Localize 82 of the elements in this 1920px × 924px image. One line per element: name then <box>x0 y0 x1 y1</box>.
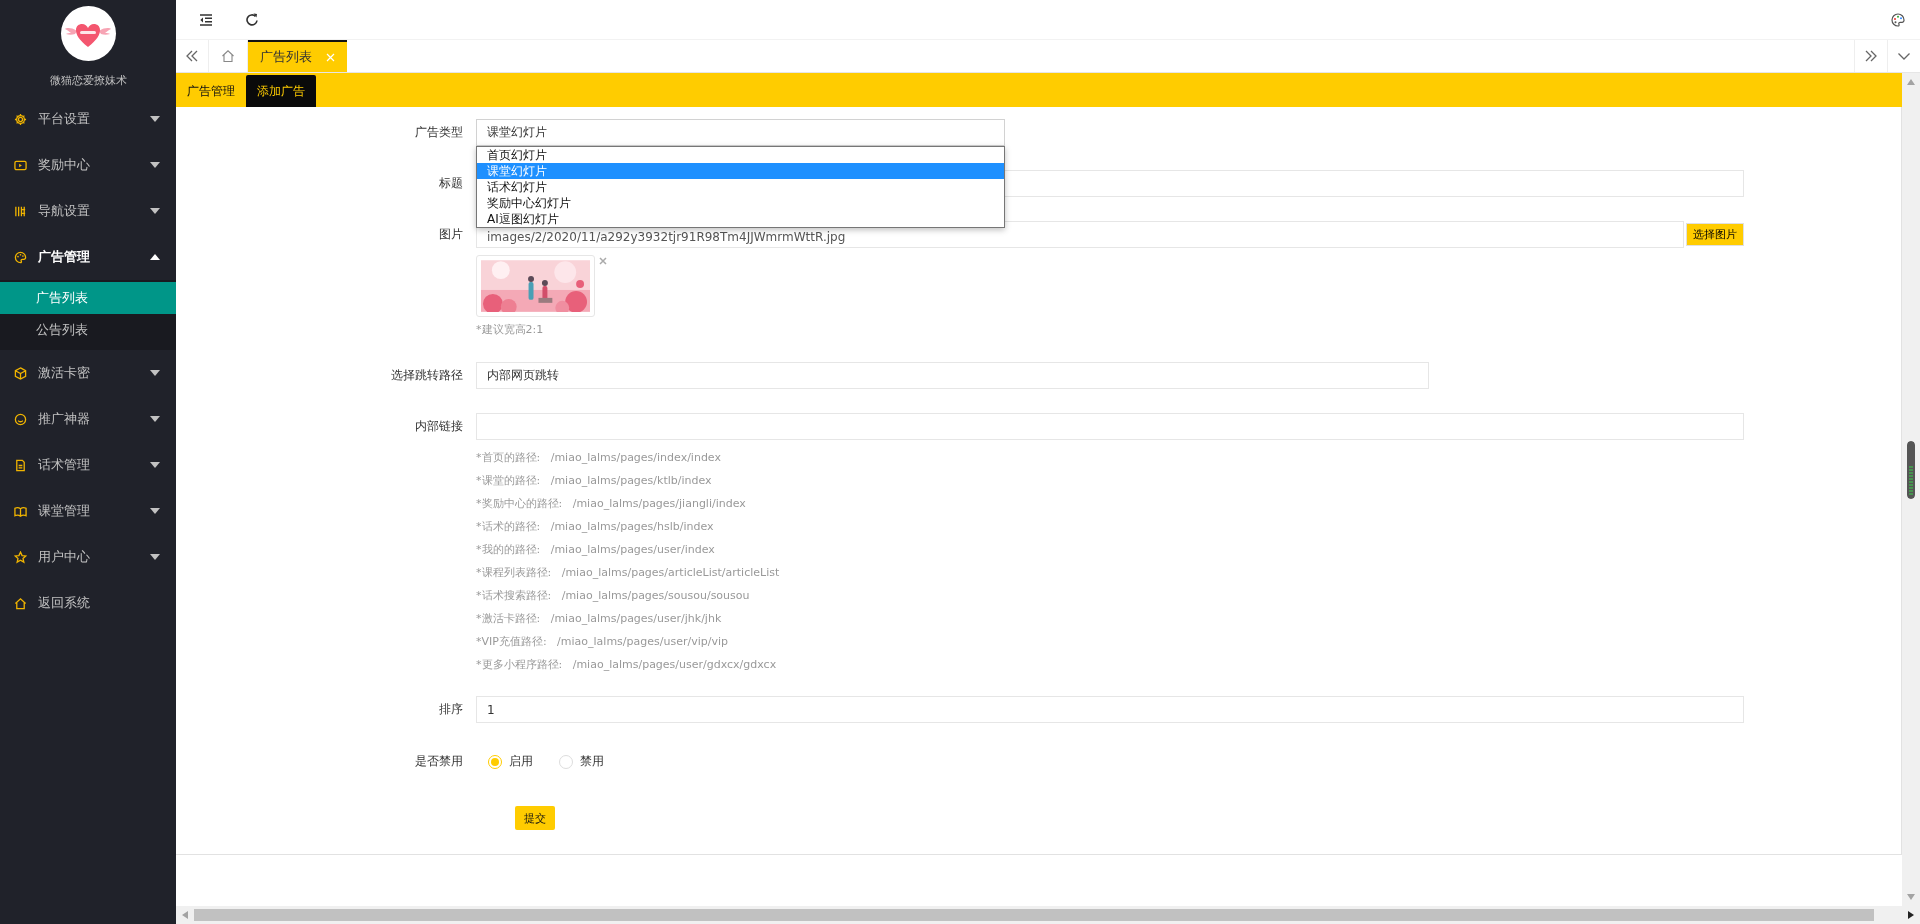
double-left-icon <box>185 49 199 63</box>
double-right-icon <box>1864 49 1878 63</box>
input-field[interactable]: 1 <box>476 696 1744 723</box>
hint-text: *建议宽高2:1 <box>476 322 545 338</box>
document-icon <box>14 458 27 472</box>
menu-item[interactable]: 话术管理 <box>0 442 176 488</box>
palette-icon <box>14 250 27 264</box>
radio-option[interactable]: 禁用 <box>559 753 604 770</box>
path-hint: *首页的路径: /miao_lalms/pages/index/index <box>476 450 722 466</box>
menu-item[interactable]: 用户中心 <box>0 534 176 580</box>
path-hint: *我的的路径: /miao_lalms/pages/user/index <box>476 542 716 558</box>
menu-item[interactable]: 激活卡密 <box>0 350 176 396</box>
caret-down-icon <box>150 416 160 422</box>
tab-label: 广告列表 <box>260 48 312 66</box>
scrollbar-thumb[interactable] <box>1907 441 1915 499</box>
caret-down-icon <box>150 462 160 468</box>
field-label: 选择跳转路径 <box>390 367 464 384</box>
menu-item[interactable]: 导航设置 <box>0 188 176 234</box>
field-label: 标题 <box>438 175 464 192</box>
submenu-item[interactable]: 公告列表 <box>0 314 176 346</box>
brand-name: 微猫恋爱撩妹术 <box>49 73 127 88</box>
path-hint: *VIP充值路径: /miao_lalms/pages/user/vip/vip <box>476 634 729 650</box>
refresh-icon[interactable] <box>244 11 260 28</box>
video-icon <box>14 158 27 172</box>
palette-icon[interactable] <box>1890 11 1906 28</box>
caret-down-icon <box>150 208 160 214</box>
vertical-scrollbar[interactable] <box>1902 73 1920 906</box>
home-icon <box>221 49 235 63</box>
input-field[interactable] <box>476 413 1744 440</box>
menu-item[interactable]: 返回系统 <box>0 580 176 626</box>
field-label: 是否禁用 <box>414 753 464 770</box>
cube-icon <box>14 366 27 380</box>
menu-item[interactable]: 推广神器 <box>0 396 176 442</box>
caret-up-icon <box>150 254 160 260</box>
scroll-down-icon[interactable] <box>1907 894 1915 900</box>
smiley-icon <box>14 412 27 426</box>
home-icon <box>14 596 27 610</box>
scroll-up-icon[interactable] <box>1907 79 1915 85</box>
field-label: 广告类型 <box>414 124 464 141</box>
path-hint: *更多小程序路径: /miao_lalms/pages/user/gdxcx/gdxcx <box>476 657 778 673</box>
dropdown-option[interactable]: 首页幻灯片 <box>477 147 1004 163</box>
gear-icon <box>14 112 27 126</box>
menu-item[interactable]: 平台设置 <box>0 96 176 142</box>
dropdown-option[interactable]: 奖励中心幻灯片 <box>477 195 1004 211</box>
scroll-right-icon[interactable] <box>1908 911 1914 919</box>
menu-item[interactable]: 课堂管理 <box>0 488 176 534</box>
star-icon <box>14 550 27 564</box>
section-tab[interactable]: 广告管理 <box>176 75 246 107</box>
columns-icon <box>14 204 27 218</box>
menu-item[interactable]: 广告管理 <box>0 234 176 280</box>
path-hint: *激活卡路径: /miao_lalms/pages/user/jhk/jhk <box>476 611 723 627</box>
path-hint: *课程列表路径: /miao_lalms/pages/articleList/articleList <box>476 565 781 581</box>
caret-down-icon <box>150 554 160 560</box>
choose-image-button[interactable]: 选择图片 <box>1686 223 1744 246</box>
path-hint: *话术的路径: /miao_lalms/pages/hslb/index <box>476 519 715 535</box>
field-label: 排序 <box>438 701 464 718</box>
radio-label: 禁用 <box>580 753 604 770</box>
book-icon <box>14 504 27 518</box>
menu-fold-icon[interactable] <box>198 11 214 28</box>
radio-label: 启用 <box>509 753 533 770</box>
submit-button[interactable]: 提交 <box>515 806 555 830</box>
page-tab[interactable]: 广告列表 <box>248 40 347 72</box>
scroll-left-icon[interactable] <box>182 911 188 919</box>
caret-down-icon <box>150 370 160 376</box>
caret-down-icon <box>150 162 160 168</box>
caret-down-icon <box>150 508 160 514</box>
field-label: 内部链接 <box>414 418 464 435</box>
field-label: 图片 <box>438 226 464 243</box>
select-field[interactable]: 课堂幻灯片 <box>476 119 1005 146</box>
horizontal-scrollbar[interactable] <box>176 906 1920 924</box>
radio-option[interactable]: 启用 <box>488 753 533 770</box>
select-field[interactable]: 内部网页跳转 <box>476 362 1429 389</box>
path-hint: *课堂的路径: /miao_lalms/pages/ktlb/index <box>476 473 713 489</box>
menu-item[interactable]: 奖励中心 <box>0 142 176 188</box>
submenu-item[interactable]: 广告列表 <box>0 282 176 314</box>
path-hint: *奖励中心的路径: /miao_lalms/pages/jiangli/index <box>476 496 747 512</box>
scrollbar-thumb[interactable] <box>194 909 1874 921</box>
section-tab[interactable]: 添加广告 <box>246 75 316 107</box>
dropdown-option[interactable]: 话术幻灯片 <box>477 179 1004 195</box>
close-icon[interactable] <box>599 257 607 265</box>
path-hint: *话术搜索路径: /miao_lalms/pages/sousou/sousou <box>476 588 751 604</box>
caret-down-icon <box>150 116 160 122</box>
